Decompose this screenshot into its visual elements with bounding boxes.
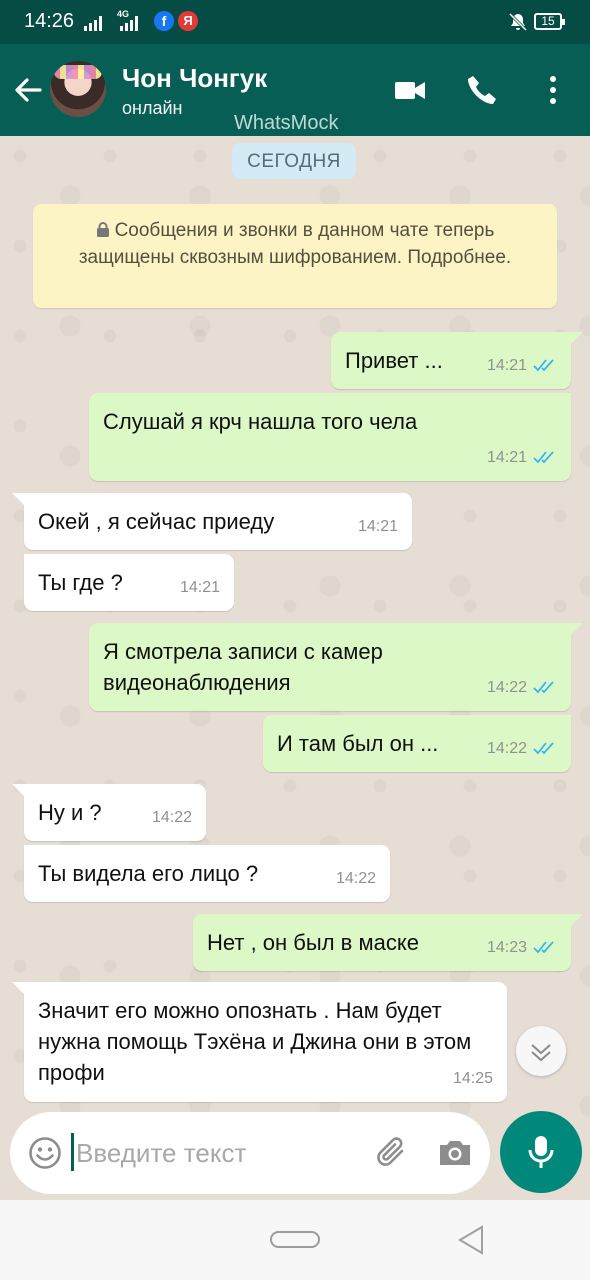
do-not-disturb-icon bbox=[508, 12, 528, 32]
encryption-notice-text: Сообщения и звонки в данном чате теперь … bbox=[78, 220, 512, 268]
message-time: 14:21 bbox=[486, 449, 527, 466]
facebook-notification-icon: f bbox=[154, 11, 174, 31]
message-time: 14:23 bbox=[486, 939, 527, 956]
message-bubble-outgoing[interactable]: Слушай я крч нашла того чела 14:21 bbox=[89, 393, 571, 481]
contact-status: онлайн bbox=[122, 98, 183, 118]
emoji-icon[interactable] bbox=[28, 1136, 62, 1170]
message-text: Значит его можно опознать . Нам будет ну… bbox=[38, 998, 472, 1085]
signal-icon bbox=[84, 15, 102, 31]
message-meta: 14:22 bbox=[336, 863, 376, 894]
message-bubble-outgoing[interactable]: Я смотрела записи с камер видеонаблюдени… bbox=[89, 623, 583, 711]
message-meta: 14:21 bbox=[358, 511, 398, 542]
lock-icon bbox=[96, 222, 109, 237]
message-bubble-incoming[interactable]: Значит его можно опознать . Нам будет ну… bbox=[12, 982, 507, 1102]
double-check-icon bbox=[533, 941, 554, 954]
message-time: 14:22 bbox=[486, 740, 527, 757]
message-text: Ну и ? bbox=[38, 800, 102, 825]
chevron-down-icon bbox=[531, 1044, 551, 1062]
message-meta: 14:22 bbox=[487, 672, 557, 703]
message-meta: 14:21 bbox=[180, 572, 220, 603]
message-meta: 14:22 bbox=[487, 733, 557, 764]
message-text: Нет , он был в маске bbox=[207, 930, 419, 955]
date-divider: СЕГОДНЯ bbox=[232, 143, 356, 179]
double-check-icon bbox=[533, 359, 554, 372]
message-meta: 14:23 bbox=[487, 932, 557, 963]
message-text: Привет ... bbox=[345, 348, 443, 373]
camera-icon[interactable] bbox=[436, 1134, 474, 1172]
message-bubble-outgoing[interactable]: Привет ... 14:21 bbox=[331, 332, 583, 389]
battery-icon: 15 bbox=[534, 13, 565, 30]
paperclip-icon[interactable] bbox=[372, 1133, 412, 1173]
encryption-notice[interactable]: Сообщения и звонки в данном чате теперь … bbox=[33, 204, 557, 308]
chat-area[interactable]: СЕГОДНЯ Сообщения и звонки в данном чате… bbox=[0, 136, 590, 1200]
message-meta: 14:21 bbox=[487, 350, 557, 381]
message-bubble-outgoing[interactable]: Нет , он был в маске 14:23 bbox=[193, 914, 583, 971]
phone-icon[interactable] bbox=[464, 72, 500, 108]
message-time: 14:25 bbox=[452, 1070, 493, 1087]
contact-name[interactable]: Чон Чонгук bbox=[122, 63, 267, 94]
message-meta: 14:21 bbox=[487, 442, 557, 473]
message-text: Окей , я сейчас приеду bbox=[38, 509, 275, 534]
message-text: Я смотрела записи с камер видеонаблюдени… bbox=[103, 639, 383, 695]
voice-record-button[interactable] bbox=[500, 1111, 582, 1193]
signal-icon-secondary bbox=[120, 15, 138, 31]
message-text: И там был он ... bbox=[277, 731, 439, 756]
message-time: 14:21 bbox=[357, 518, 398, 535]
home-button[interactable] bbox=[270, 1231, 320, 1248]
message-time: 14:22 bbox=[335, 870, 376, 887]
system-navigation-bar bbox=[0, 1200, 590, 1280]
message-time: 14:21 bbox=[179, 579, 220, 596]
microphone-icon bbox=[528, 1136, 554, 1168]
message-bubble-incoming[interactable]: Ну и ? 14:22 bbox=[12, 784, 206, 841]
yandex-notification-icon: Я bbox=[178, 11, 198, 31]
double-check-icon bbox=[533, 451, 554, 464]
video-call-icon[interactable] bbox=[392, 72, 428, 108]
text-cursor bbox=[71, 1133, 74, 1171]
message-time: 14:22 bbox=[486, 679, 527, 696]
message-bubble-incoming[interactable]: Ты где ? 14:21 bbox=[24, 554, 234, 611]
message-input[interactable] bbox=[76, 1130, 366, 1176]
contact-avatar[interactable] bbox=[50, 61, 106, 117]
status-bar: 14:26 4G f Я 15 bbox=[0, 0, 590, 44]
back-arrow-icon[interactable] bbox=[12, 74, 44, 106]
scroll-to-bottom-button[interactable] bbox=[516, 1026, 566, 1076]
message-meta: 14:22 bbox=[152, 802, 192, 833]
double-check-icon bbox=[533, 681, 554, 694]
message-bubble-incoming[interactable]: Ты видела его лицо ? 14:22 bbox=[24, 845, 390, 902]
watermark: WhatsMock bbox=[234, 112, 339, 134]
message-bubble-outgoing[interactable]: И там был он ... 14:22 bbox=[263, 715, 571, 772]
message-time: 14:21 bbox=[486, 357, 527, 374]
message-text: Ты видела его лицо ? bbox=[38, 861, 259, 886]
status-time: 14:26 bbox=[24, 10, 75, 32]
message-text: Ты где ? bbox=[38, 570, 123, 595]
double-check-icon bbox=[533, 742, 554, 755]
message-time: 14:22 bbox=[151, 809, 192, 826]
more-options-icon[interactable] bbox=[535, 72, 571, 108]
message-text: Слушай я крч нашла того чела bbox=[103, 409, 418, 434]
message-bubble-incoming[interactable]: Окей , я сейчас приеду 14:21 bbox=[12, 493, 412, 550]
message-meta: 14:25 bbox=[453, 1063, 493, 1094]
back-triangle-icon[interactable] bbox=[456, 1224, 486, 1256]
